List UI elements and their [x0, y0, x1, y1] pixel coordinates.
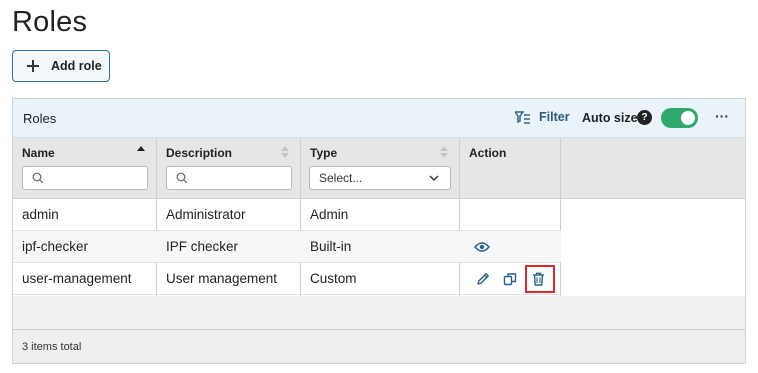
column-header-description[interactable]: Description [166, 146, 232, 160]
plus-icon [27, 60, 39, 72]
type-select-value: Select... [319, 171, 363, 185]
roles-grid: Roles Filter Auto size ? ··· Name Descri… [12, 98, 746, 364]
column-header-name[interactable]: Name [22, 146, 55, 160]
column-header-type[interactable]: Type [310, 146, 337, 160]
page-title: Roles [12, 6, 88, 38]
grid-empty-area [13, 296, 745, 329]
toggle-knob [681, 111, 695, 125]
grid-title: Roles [23, 111, 57, 126]
cell-type: Custom [310, 271, 357, 286]
table-row: user-management User management Custom [13, 263, 561, 295]
chevron-down-icon [429, 175, 439, 181]
cell-type: Built-in [310, 239, 352, 254]
sort-asc-icon[interactable] [137, 146, 145, 158]
search-icon [32, 172, 44, 184]
grid-header: Roles Filter Auto size ? ··· [13, 99, 745, 138]
more-options-button[interactable]: ··· [715, 108, 729, 124]
delete-highlight-box [525, 265, 555, 293]
cell-name: ipf-checker [22, 239, 89, 254]
description-filter-input[interactable] [166, 166, 292, 190]
grid-footer: 3 items total [13, 330, 745, 363]
autosize-label: Auto size [582, 111, 638, 125]
cell-type: Admin [310, 207, 349, 222]
table-row: ipf-checker IPF checker Built-in [13, 231, 561, 263]
filter-button[interactable]: Filter [515, 110, 570, 124]
filter-icon [515, 110, 530, 124]
sort-icon[interactable] [281, 146, 289, 158]
edit-icon[interactable] [476, 272, 490, 286]
filter-label: Filter [539, 110, 570, 124]
type-filter-select[interactable]: Select... [309, 166, 451, 190]
cell-name: user-management [22, 271, 132, 286]
name-filter-input[interactable] [22, 166, 148, 190]
items-total: 3 items total [22, 341, 82, 353]
cell-description: Administrator [166, 207, 246, 222]
search-icon [176, 172, 188, 184]
sort-icon[interactable] [440, 146, 448, 158]
column-header-action: Action [469, 146, 507, 160]
cell-description: User management [166, 271, 278, 286]
add-role-label: Add role [51, 59, 102, 73]
help-icon[interactable]: ? [637, 110, 652, 125]
cell-description: IPF checker [166, 239, 239, 254]
copy-icon[interactable] [503, 272, 517, 286]
table-row: admin Administrator Admin [13, 199, 561, 231]
view-icon[interactable] [474, 241, 490, 253]
cell-name: admin [22, 207, 59, 222]
autosize-toggle[interactable] [661, 108, 698, 128]
add-role-button[interactable]: Add role [12, 50, 110, 82]
